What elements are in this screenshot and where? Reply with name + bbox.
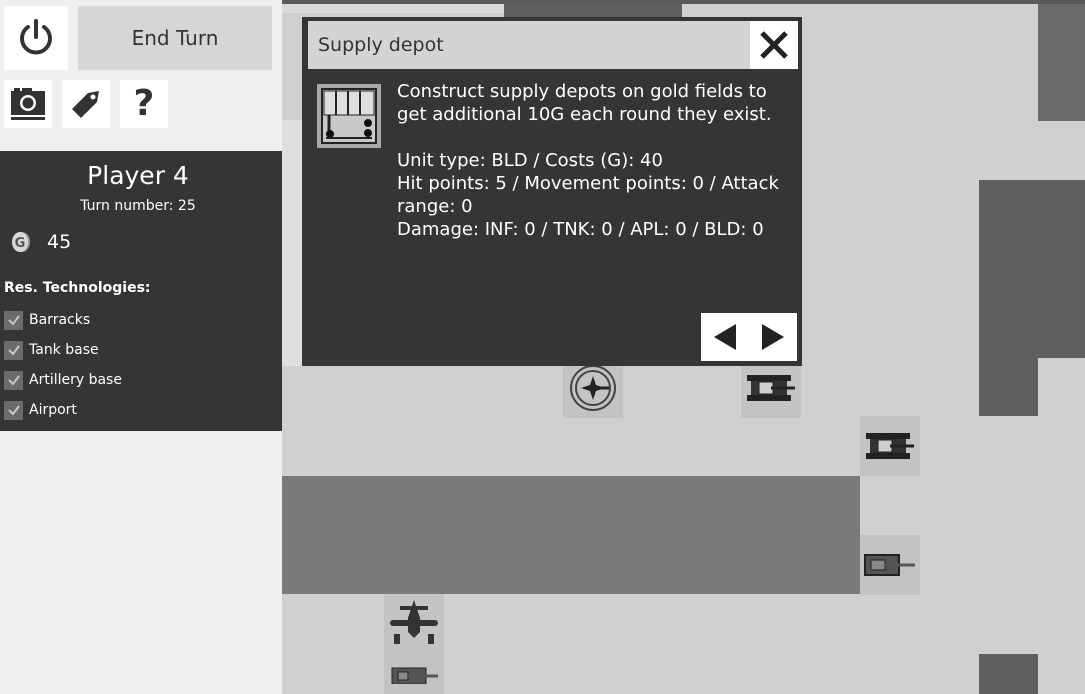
- map-tile-dark: [979, 180, 1085, 358]
- checkmark-icon: [7, 375, 20, 386]
- map-tile-dark: [979, 654, 1038, 694]
- checkmark-icon: [7, 315, 20, 326]
- checkbox[interactable]: [4, 370, 23, 390]
- tech-label: Tank base: [29, 342, 99, 358]
- map-tile-dark: [1038, 4, 1085, 121]
- checkbox[interactable]: [4, 340, 23, 360]
- labels-button[interactable]: [62, 80, 110, 128]
- player-name: Player 4: [87, 161, 189, 190]
- tech-item-barracks[interactable]: Barracks: [4, 310, 90, 330]
- map-unit[interactable]: [563, 358, 623, 418]
- player-panel: Player 4 Turn number: 25 G 45 Res. Techn…: [0, 151, 282, 431]
- arrow-right-icon: [762, 324, 784, 350]
- tech-item-airport[interactable]: Airport: [4, 400, 77, 420]
- sidebar: End Turn ? Player 4 Turn number: 25 G 45…: [0, 0, 282, 694]
- supply-depot-icon: [321, 88, 377, 144]
- map-tile-dark: [504, 4, 682, 17]
- arrow-left-icon: [714, 324, 736, 350]
- map-tile-light: [282, 4, 504, 13]
- checkmark-icon: [7, 345, 20, 356]
- compass-target-icon: [570, 365, 616, 411]
- next-button[interactable]: [749, 313, 797, 361]
- map-tile-mid: [282, 476, 860, 594]
- gold-amount: 45: [47, 231, 72, 253]
- power-button[interactable]: [4, 6, 68, 70]
- dialog-description: Construct supply depots on gold fields t…: [397, 81, 772, 125]
- camera-icon: [11, 88, 45, 120]
- checkbox[interactable]: [4, 400, 23, 420]
- unit-damage-text: Damage: INF: 0 / TNK: 0 / APL: 0 / BLD: …: [397, 219, 764, 240]
- dialog-header: Supply depot: [308, 21, 750, 69]
- tech-item-tank-base[interactable]: Tank base: [4, 340, 99, 360]
- close-icon: [760, 31, 788, 59]
- map-unit[interactable]: [384, 594, 444, 694]
- svg-text:G: G: [15, 236, 26, 251]
- checkmark-icon: [7, 405, 20, 416]
- map-tile-dark: [979, 358, 1038, 416]
- close-button[interactable]: [750, 21, 798, 69]
- airplane-icon: [390, 600, 438, 684]
- map-tile-light: [282, 120, 302, 366]
- map-unit[interactable]: [860, 416, 920, 476]
- unit-info-dialog: Supply depot Construct supply depots on …: [302, 17, 802, 366]
- tech-item-artillery-base[interactable]: Artillery base: [4, 370, 122, 390]
- tag-icon: [72, 91, 99, 118]
- tech-label: Artillery base: [29, 372, 122, 388]
- map-unit[interactable]: [741, 358, 801, 418]
- tech-label: Barracks: [29, 312, 91, 328]
- previous-button[interactable]: [701, 313, 749, 361]
- screenshot-button[interactable]: [4, 80, 52, 128]
- technologies-title: Res. Technologies:: [4, 280, 151, 296]
- unit-stats-text: Hit points: 5 / Movement points: 0 / Att…: [397, 173, 779, 217]
- tank-icon: [866, 433, 914, 459]
- help-button[interactable]: ?: [120, 80, 168, 128]
- navigation-arrows: [701, 313, 797, 361]
- dialog-title: Supply depot: [318, 34, 444, 56]
- help-icon: ?: [133, 83, 155, 124]
- checkbox[interactable]: [4, 310, 23, 330]
- gold-coin-icon: G: [12, 232, 30, 252]
- power-icon: [20, 19, 52, 55]
- tank-icon: [747, 375, 795, 401]
- tech-label: Airport: [29, 402, 77, 418]
- tank-icon: [864, 554, 915, 576]
- turn-number: Turn number: 25: [80, 198, 196, 214]
- unit-type-text: Unit type: BLD / Costs (G): 40: [397, 150, 663, 171]
- map-unit[interactable]: [860, 535, 920, 595]
- supply-depot-image: [317, 84, 381, 148]
- end-turn-button[interactable]: End Turn: [78, 6, 272, 70]
